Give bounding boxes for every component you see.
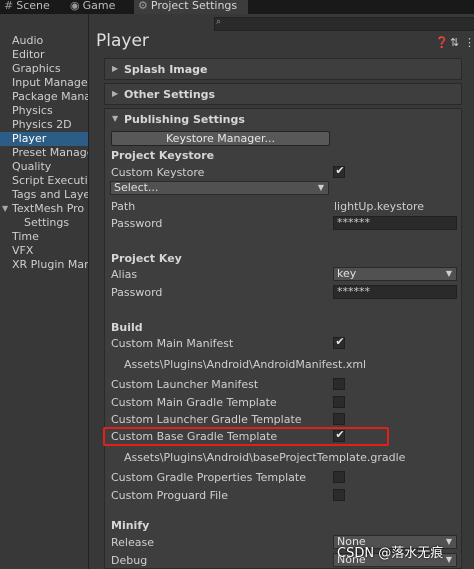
keystore-password-label: Password bbox=[111, 217, 163, 230]
other-expand-icon: ▶ bbox=[112, 89, 119, 98]
custom-gradle-properties-checkbox[interactable] bbox=[333, 471, 345, 483]
release-label: Release bbox=[111, 536, 154, 549]
tab-project-settings-label: Project Settings bbox=[150, 0, 238, 12]
custom-main-gradle-label: Custom Main Gradle Template bbox=[111, 396, 277, 409]
chevron-down-icon: ▼ bbox=[445, 269, 452, 278]
alias-label: Alias bbox=[111, 268, 138, 281]
sidebar-item-input-manager[interactable]: Input Manager bbox=[0, 76, 88, 90]
checkmark-icon: ✔ bbox=[335, 335, 345, 348]
custom-launcher-manifest-checkbox[interactable] bbox=[333, 378, 345, 390]
key-password-label: Password bbox=[111, 286, 163, 299]
sidebar-item-script-execution[interactable]: Script Executio bbox=[0, 174, 88, 188]
keystore-select-value: Select... bbox=[114, 181, 159, 194]
sidebar-item-physics-2d[interactable]: Physics 2D bbox=[0, 118, 88, 132]
sidebar-item-time[interactable]: Time bbox=[0, 230, 88, 244]
sidebar-item-editor[interactable]: Editor bbox=[0, 48, 88, 62]
sidebar-item-vfx[interactable]: VFX bbox=[0, 244, 88, 258]
path-label: Path bbox=[111, 200, 136, 213]
custom-main-manifest-checkbox[interactable]: ✔ bbox=[333, 335, 345, 349]
tab-game-label: Game bbox=[82, 0, 116, 12]
custom-gradle-properties-label: Custom Gradle Properties Template bbox=[111, 471, 307, 484]
page-title: Player bbox=[96, 31, 149, 51]
build-heading: Build bbox=[111, 321, 143, 334]
custom-proguard-label: Custom Proguard File bbox=[111, 489, 228, 502]
sidebar-item-quality[interactable]: Quality bbox=[0, 160, 88, 174]
checkmark-icon: ✔ bbox=[335, 164, 345, 177]
keystore-select-dropdown[interactable]: Select... ▼ bbox=[110, 181, 329, 195]
more-icon[interactable]: ⋮ bbox=[464, 36, 474, 49]
sidebar-item-physics[interactable]: Physics bbox=[0, 104, 88, 118]
project-keystore-heading: Project Keystore bbox=[111, 149, 215, 162]
search-input[interactable] bbox=[214, 17, 474, 31]
project-key-heading: Project Key bbox=[111, 252, 182, 265]
custom-launcher-manifest-label: Custom Launcher Manifest bbox=[111, 378, 259, 391]
sidebar-item-player[interactable]: Player bbox=[0, 132, 88, 146]
custom-launcher-gradle-checkbox[interactable] bbox=[333, 413, 345, 425]
gear-icon: ⚙ bbox=[138, 0, 148, 12]
tab-game[interactable]: ◉ Game bbox=[70, 0, 130, 14]
presets-icon[interactable]: ⇅ bbox=[450, 36, 459, 49]
sidebar-item-textmesh-settings[interactable]: Settings bbox=[0, 216, 88, 230]
splash-image-label: Splash Image bbox=[124, 63, 208, 76]
minify-heading: Minify bbox=[111, 519, 150, 532]
tab-project-settings[interactable]: ⚙ Project Settings bbox=[134, 0, 248, 14]
tab-scene[interactable]: # Scene bbox=[4, 0, 62, 14]
keystore-password-field[interactable]: ****** bbox=[333, 216, 457, 230]
sidebar-item-tags-and-layers[interactable]: Tags and Laye bbox=[0, 188, 88, 202]
alias-dropdown[interactable]: key ▼ bbox=[333, 267, 457, 281]
base-gradle-path-value: Assets\Plugins\Android\baseProjectTempla… bbox=[124, 451, 406, 464]
custom-main-manifest-label: Custom Main Manifest bbox=[111, 337, 234, 350]
keystore-manager-button[interactable]: Keystore Manager... bbox=[111, 131, 330, 146]
chevron-down-icon: ▼ bbox=[317, 183, 324, 192]
sidebar-item-xr-plugin-management[interactable]: XR Plugin Mana bbox=[0, 258, 88, 272]
publishing-settings-label[interactable]: Publishing Settings bbox=[124, 113, 245, 126]
hash-icon: # bbox=[4, 0, 14, 12]
sidebar-item-preset-manager[interactable]: Preset Manage bbox=[0, 146, 88, 160]
custom-proguard-checkbox[interactable] bbox=[333, 489, 345, 501]
watermark: CSDN @落水无痕 bbox=[337, 546, 444, 561]
sidebar-item-package-manager[interactable]: Package Mana bbox=[0, 90, 88, 104]
help-icon[interactable]: ❓ bbox=[435, 36, 449, 49]
other-settings-label: Other Settings bbox=[124, 88, 216, 101]
sidebar-item-graphics[interactable]: Graphics bbox=[0, 62, 88, 76]
alias-value: key bbox=[337, 267, 357, 280]
splash-expand-icon: ▶ bbox=[112, 64, 119, 73]
sidebar-item-textmesh-pro[interactable]: TextMesh Pro bbox=[0, 202, 88, 216]
tab-scene-label: Scene bbox=[16, 0, 50, 12]
custom-keystore-label: Custom Keystore bbox=[111, 166, 205, 179]
highlight-box bbox=[103, 427, 389, 446]
custom-main-gradle-checkbox[interactable] bbox=[333, 396, 345, 408]
sidebar-item-audio[interactable]: Audio bbox=[0, 34, 88, 48]
chevron-down-icon: ▼ bbox=[445, 555, 452, 564]
chevron-down-icon: ▼ bbox=[445, 537, 452, 546]
search-icon: ⌕ bbox=[216, 17, 222, 27]
debug-label: Debug bbox=[111, 554, 148, 567]
custom-keystore-checkbox[interactable]: ✔ bbox=[333, 164, 345, 178]
publishing-collapse-icon[interactable]: ▼ bbox=[112, 114, 118, 123]
keystore-path-value: lightUp.keystore bbox=[334, 200, 424, 213]
gamepad-icon: ◉ bbox=[70, 0, 80, 12]
key-password-field[interactable]: ****** bbox=[333, 285, 457, 299]
manifest-path-value: Assets\Plugins\Android\AndroidManifest.x… bbox=[124, 358, 367, 371]
custom-launcher-gradle-label: Custom Launcher Gradle Template bbox=[111, 413, 302, 426]
